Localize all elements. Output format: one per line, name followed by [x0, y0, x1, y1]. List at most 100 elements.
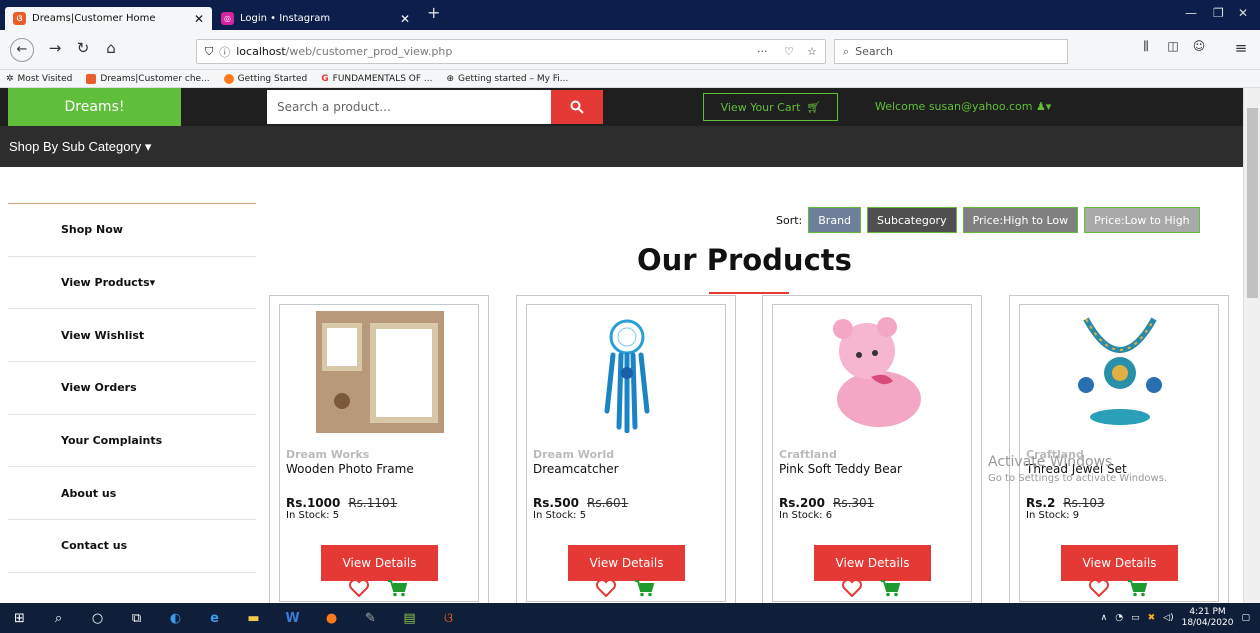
bookmark-my-firefox[interactable]: ⊕ Getting started – My Fi... [447, 74, 569, 84]
pocket-icon[interactable]: ♡ [784, 45, 794, 58]
product-search-input[interactable]: Search a product... [267, 90, 551, 124]
page-actions-icon[interactable]: ··· [757, 45, 768, 58]
xampp-icon[interactable]: ଓ [429, 603, 468, 633]
wishlist-heart-icon[interactable] [1089, 579, 1109, 597]
product-actions [1089, 579, 1147, 597]
view-cart-button[interactable]: View Your Cart 🛒︎ [703, 93, 838, 121]
windows-start-icon[interactable]: ⊞ [0, 603, 39, 633]
product-search-button[interactable] [551, 90, 603, 124]
bookmark-dreams[interactable]: Dreams|Customer che... [86, 73, 210, 84]
restore-icon[interactable]: ❐ [1213, 6, 1224, 20]
network-icon[interactable]: ◔ [1115, 613, 1123, 623]
old-price: Rs.301 [833, 496, 875, 510]
add-to-cart-icon[interactable] [1127, 579, 1147, 597]
url-path: /web/customer_prod_view.php [285, 45, 453, 58]
product-card: Dream World Dreamcatcher Rs.500 Rs.601 In… [516, 295, 736, 603]
current-price: Rs.500 [533, 496, 579, 510]
subcategory-bar: Shop By Sub Category ▾ [0, 126, 1243, 167]
browser-search-input[interactable]: ⌕ Search [834, 39, 1068, 64]
search-icon[interactable]: ⌕ [39, 603, 78, 633]
file-explorer-icon[interactable]: ▬ [234, 603, 273, 633]
site-logo[interactable]: Dreams! [8, 88, 181, 126]
sidebar-label: View Products [61, 276, 150, 290]
wishlist-heart-icon[interactable] [596, 579, 616, 597]
search-icon: ⌕ [843, 44, 850, 58]
sidebar-item-about[interactable]: About us [8, 467, 256, 521]
page-title: Our Products [637, 243, 852, 277]
sort-price-low-high-button[interactable]: Price:Low to High [1084, 207, 1200, 233]
tab-dreams[interactable]: ଓ Dreams|Customer Home ✕ [5, 7, 212, 30]
view-details-button[interactable]: View Details [568, 545, 685, 581]
user-menu[interactable]: Welcome susan@yahoo.com ♟▾ [875, 100, 1051, 113]
sort-brand-button[interactable]: Brand [808, 207, 862, 233]
menu-icon[interactable]: ≡ [1230, 39, 1252, 57]
clock-date: 18/04/2020 [1181, 618, 1234, 628]
reload-icon[interactable]: ↻ [72, 39, 94, 57]
info-icon[interactable]: ⓘ [219, 44, 230, 60]
close-tab-icon[interactable]: ✕ [400, 12, 410, 26]
eclipse-icon[interactable]: ◐ [156, 603, 195, 633]
add-to-cart-icon[interactable] [387, 579, 407, 597]
view-details-button[interactable]: View Details [321, 545, 438, 581]
welcome-label: Welcome susan@yahoo.com [875, 100, 1033, 113]
close-tab-icon[interactable]: ✕ [194, 12, 204, 26]
sort-subcategory-button[interactable]: Subcategory [867, 207, 957, 233]
scrollbar-thumb[interactable] [1247, 108, 1258, 298]
product-brand: Craftland [779, 448, 837, 461]
forward-icon[interactable]: → [44, 39, 66, 57]
sort-price-high-low-button[interactable]: Price:High to Low [962, 207, 1079, 233]
account-icon[interactable]: ☺ [1188, 39, 1210, 53]
browser-tab-bar: ଓ Dreams|Customer Home ✕ ◎ Login • Insta… [0, 0, 1260, 30]
page-scrollbar[interactable] [1243, 88, 1260, 603]
task-view-icon[interactable]: ⧉ [117, 603, 156, 633]
firefox-icon[interactable]: ● [312, 603, 351, 633]
minimize-icon[interactable]: — [1185, 6, 1197, 20]
clock[interactable]: 4:21 PM 18/04/2020 [1182, 607, 1234, 629]
sidebar-item-shop-now[interactable]: Shop Now [8, 204, 256, 257]
old-price: Rs.1101 [348, 496, 398, 510]
sidebar-item-view-wishlist[interactable]: View Wishlist [8, 309, 256, 363]
bookmark-fundamentals[interactable]: G FUNDAMENTALS OF ... [321, 74, 432, 84]
product-stock: In Stock: 5 [286, 510, 340, 521]
view-details-button[interactable]: View Details [814, 545, 931, 581]
add-to-cart-icon[interactable] [634, 579, 654, 597]
sidebar-icon[interactable]: ◫ [1162, 39, 1184, 53]
paint-icon[interactable]: ✎ [351, 603, 390, 633]
bookmark-most-visited[interactable]: ✲ Most Visited [6, 74, 72, 84]
cortana-icon[interactable]: ○ [78, 603, 117, 633]
sidebar-item-complaints[interactable]: Your Complaints [8, 415, 256, 468]
new-tab-icon[interactable]: + [427, 3, 440, 22]
subcategory-dropdown[interactable]: Shop By Sub Category ▾ [9, 139, 151, 155]
product-card-inner: Craftland Thread Jewel Set Rs.2 Rs.103 In… [1019, 304, 1219, 602]
sidebar-item-view-products[interactable]: View Products ▾ [8, 257, 256, 310]
library-icon[interactable]: ⫼ [1135, 39, 1157, 54]
volume-icon[interactable]: ◁) [1163, 613, 1173, 623]
tab-instagram[interactable]: ◎ Login • Instagram ✕ [213, 7, 418, 30]
notepad-icon[interactable]: ▤ [390, 603, 429, 633]
bookmark-star-icon[interactable]: ☆ [807, 45, 817, 58]
notifications-icon[interactable]: ▢ [1241, 613, 1250, 623]
close-window-icon[interactable]: ✕ [1238, 6, 1248, 20]
wishlist-heart-icon[interactable] [349, 579, 369, 597]
sidebar-item-contact[interactable]: Contact us [8, 520, 256, 573]
dreams-favicon: ଓ [13, 12, 26, 25]
caret-down-icon: ▾ [149, 276, 156, 290]
product-price: Rs.200 Rs.301 [779, 496, 874, 510]
antivirus-icon[interactable]: ✖ [1148, 613, 1156, 623]
product-price: Rs.1000 Rs.1101 [286, 496, 397, 510]
bookmark-getting-started[interactable]: Getting Started [223, 73, 307, 84]
back-icon[interactable]: ← [10, 38, 34, 62]
url-bar[interactable]: ⛉ ⓘ localhost /web/customer_prod_view.ph… [196, 39, 826, 64]
wishlist-heart-icon[interactable] [842, 579, 862, 597]
add-to-cart-icon[interactable] [880, 579, 900, 597]
chevron-up-icon[interactable]: ∧ [1101, 613, 1108, 623]
battery-icon[interactable]: ▭ [1131, 613, 1140, 623]
sidebar-item-view-orders[interactable]: View Orders [8, 362, 256, 415]
edge-icon[interactable]: e [195, 603, 234, 633]
product-name: Pink Soft Teddy Bear [779, 462, 902, 476]
tab-label: Login • Instagram [240, 13, 331, 24]
view-details-button[interactable]: View Details [1061, 545, 1178, 581]
old-price: Rs.601 [587, 496, 629, 510]
word-icon[interactable]: W [273, 603, 312, 633]
home-icon[interactable]: ⌂ [100, 39, 122, 57]
